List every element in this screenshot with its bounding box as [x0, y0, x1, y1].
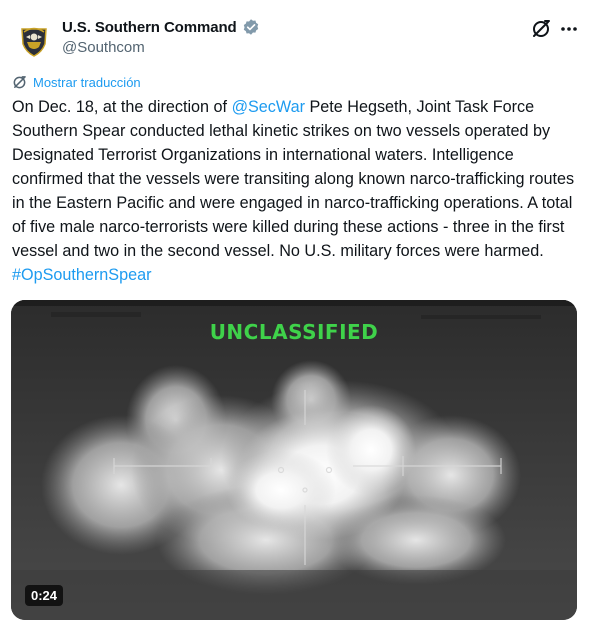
translate-icon — [13, 76, 26, 89]
video-frame — [11, 300, 577, 620]
verified-badge-icon — [242, 18, 260, 36]
author-avatar[interactable] — [14, 20, 54, 60]
author-display-name[interactable]: U.S. Southern Command — [62, 19, 237, 36]
tweet-text-segment: On Dec. 18, at the direction of — [12, 98, 232, 116]
hashtag-link[interactable]: #OpSouthernSpear — [12, 266, 152, 284]
show-translation-link[interactable]: Mostrar traducción — [12, 75, 141, 90]
more-options-button[interactable] — [556, 16, 582, 42]
tweet-text: On Dec. 18, at the direction of @SecWar … — [12, 95, 580, 287]
author-handle[interactable]: @Southcom — [62, 39, 145, 56]
show-translation-label: Mostrar traducción — [33, 75, 141, 90]
mention-link[interactable]: @SecWar — [232, 98, 305, 116]
more-dots-icon — [561, 27, 577, 31]
grok-explain-button[interactable] — [528, 16, 554, 42]
classification-label: UNCLASSIFIED — [209, 320, 379, 344]
author-name-row: U.S. Southern Command — [62, 18, 260, 36]
tweet-text-segment: Pete Hegseth, Joint Task Force Southern … — [12, 98, 575, 260]
grok-icon — [533, 20, 550, 37]
video-duration-badge: 0:24 — [25, 585, 64, 606]
southcom-emblem-icon — [14, 20, 54, 60]
video-player[interactable]: UNCLASSIFIED — [11, 300, 577, 620]
